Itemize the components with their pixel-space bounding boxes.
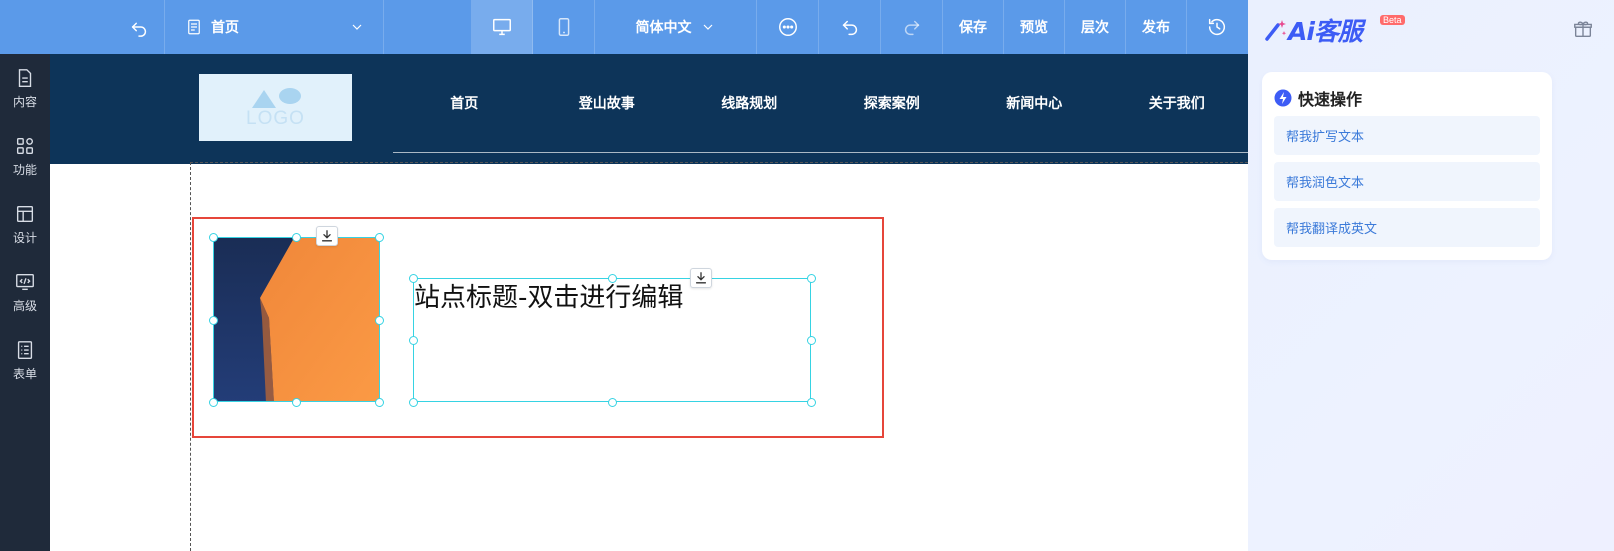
preview-button[interactable]: 预览 — [1004, 0, 1065, 54]
undo-icon — [842, 20, 857, 36]
save-button[interactable]: 保存 — [943, 0, 1004, 54]
guide-line-vertical — [190, 162, 191, 551]
redo-icon — [904, 20, 919, 36]
image-element[interactable] — [213, 237, 380, 402]
history-button[interactable] — [1187, 0, 1247, 54]
resize-handle[interactable] — [807, 274, 816, 283]
resize-handle[interactable] — [292, 233, 301, 242]
chevron-down-icon — [352, 24, 362, 30]
quick-actions-label: 快速操作 — [1298, 90, 1363, 109]
nav-item-stories[interactable]: 登山故事 — [536, 93, 679, 113]
magic-wand-icon — [1265, 20, 1287, 41]
undo-arrow-icon — [131, 22, 147, 37]
quick-action-expand[interactable]: 帮我扩写文本 — [1274, 116, 1540, 155]
sidebar-item-advanced[interactable]: 高级 — [0, 258, 50, 326]
sidebar-item-features[interactable]: 功能 — [0, 122, 50, 190]
mobile-view-button[interactable] — [533, 0, 595, 54]
sidebar-item-label: 设计 — [12, 230, 37, 245]
sidebar-item-design[interactable]: 设计 — [0, 190, 50, 258]
resize-handle[interactable] — [409, 398, 418, 407]
gift-icon[interactable] — [1572, 18, 1594, 40]
more-dots-icon — [778, 18, 797, 36]
sidebar-item-label: 高级 — [12, 298, 37, 313]
guide-line-horizontal — [190, 162, 1248, 163]
download-icon — [695, 272, 707, 284]
layers-button[interactable]: 层次 — [1065, 0, 1126, 54]
publish-button[interactable]: 发布 — [1126, 0, 1187, 54]
building-image — [214, 238, 379, 401]
page-icon — [188, 19, 200, 35]
ai-panel-title: Ai客服 — [1288, 17, 1363, 46]
site-header: LOGO 首页 登山故事 线路规划 探索案例 新闻中心 关于我们 — [50, 54, 1248, 164]
nav-item-about[interactable]: 关于我们 — [1106, 93, 1249, 113]
editor-toolbar: 首页 简体中文 保存 预览 层次 发布 — [0, 0, 1248, 54]
quick-action-translate[interactable]: 帮我翻译成英文 — [1274, 208, 1540, 247]
quick-actions-title: 快速操作 — [1274, 86, 1362, 110]
more-button[interactable] — [757, 0, 819, 54]
lightning-icon — [1274, 89, 1292, 107]
mobile-icon — [558, 18, 569, 36]
resize-handle[interactable] — [807, 336, 816, 345]
resize-handle[interactable] — [292, 398, 301, 407]
resize-handle[interactable] — [209, 316, 218, 325]
site-nav: 首页 登山故事 线路规划 探索案例 新闻中心 关于我们 — [393, 54, 1248, 153]
ai-assistant-panel: Ai客服 Beta 快速操作 帮我扩写文本 帮我润色文本 帮我翻译成英文 — [1248, 0, 1614, 551]
beta-badge: Beta — [1380, 15, 1405, 25]
sidebar-item-label: 内容 — [12, 94, 37, 109]
logo-text: LOGO — [246, 107, 305, 129]
document-icon — [18, 68, 32, 87]
resize-handle[interactable] — [807, 398, 816, 407]
undo-button[interactable] — [819, 0, 881, 54]
ai-panel-header: Ai客服 Beta — [1262, 12, 1405, 48]
logo-shapes-icon — [251, 87, 301, 108]
history-icon — [1208, 18, 1226, 36]
desktop-view-button[interactable] — [471, 0, 533, 54]
sidebar-item-forms[interactable]: 表单 — [0, 326, 50, 394]
redo-button[interactable] — [881, 0, 943, 54]
sidebar-item-label: 表单 — [12, 366, 37, 381]
sidebar-item-content[interactable]: 内容 — [0, 54, 50, 122]
resize-handle[interactable] — [409, 336, 418, 345]
nav-item-home[interactable]: 首页 — [393, 93, 536, 113]
nav-item-news[interactable]: 新闻中心 — [963, 93, 1106, 113]
quick-actions-card: 快速操作 帮我扩写文本 帮我润色文本 帮我翻译成英文 — [1262, 72, 1552, 260]
left-sidebar: 内容 功能 设计 高级 表单 — [0, 54, 50, 551]
sidebar-item-label: 功能 — [12, 162, 37, 177]
language-label: 简体中文 — [635, 20, 692, 36]
page-selector[interactable]: 首页 — [165, 0, 384, 54]
resize-handle[interactable] — [375, 398, 384, 407]
chevron-down-icon — [703, 24, 712, 30]
resize-handle[interactable] — [409, 274, 418, 283]
nav-item-routes[interactable]: 线路规划 — [678, 93, 821, 113]
text-download-button[interactable] — [690, 268, 712, 288]
page-selector-label: 首页 — [211, 20, 239, 36]
resize-handle[interactable] — [209, 398, 218, 407]
back-button[interactable] — [0, 0, 165, 54]
resize-handle[interactable] — [375, 316, 384, 325]
resize-handle[interactable] — [209, 233, 218, 242]
resize-handle[interactable] — [375, 233, 384, 242]
desktop-icon — [492, 18, 511, 36]
resize-handle[interactable] — [608, 274, 617, 283]
site-title-text[interactable]: 站点标题-双击进行编辑 — [414, 277, 683, 314]
image-download-button[interactable] — [316, 226, 338, 246]
nav-item-cases[interactable]: 探索案例 — [821, 93, 964, 113]
language-selector[interactable]: 简体中文 — [595, 0, 757, 54]
quick-action-polish[interactable]: 帮我润色文本 — [1274, 162, 1540, 201]
text-element[interactable]: 站点标题-双击进行编辑 — [413, 278, 811, 402]
resize-handle[interactable] — [608, 398, 617, 407]
download-icon — [321, 230, 333, 242]
grid-icon — [16, 137, 34, 154]
form-list-icon — [17, 340, 33, 359]
site-logo[interactable]: LOGO — [199, 74, 352, 141]
layout-icon — [16, 205, 34, 222]
code-monitor-icon — [16, 273, 34, 290]
